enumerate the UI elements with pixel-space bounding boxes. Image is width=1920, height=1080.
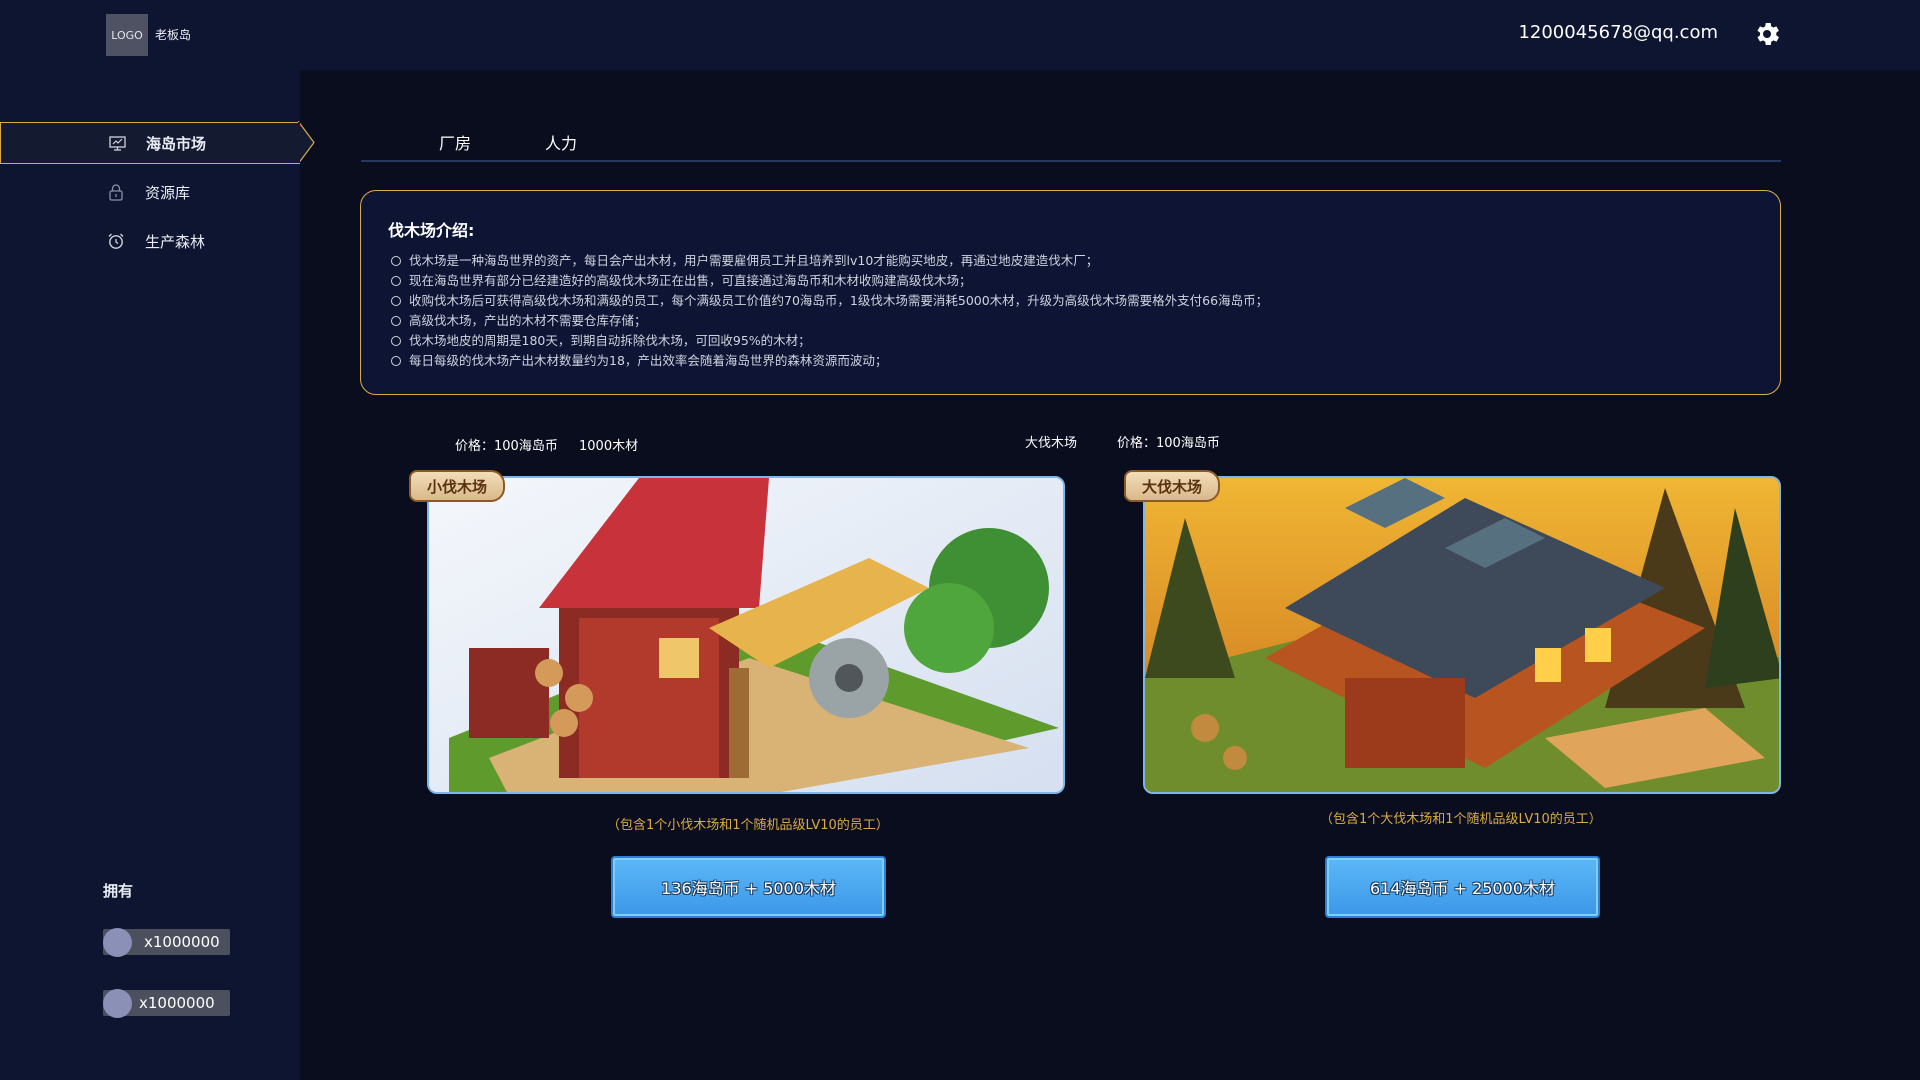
small-lumberyard-image: [427, 476, 1065, 794]
alarm-clock-icon: [107, 232, 125, 250]
monitor-chart-icon: [108, 134, 126, 152]
product-price: 价格：100海岛币: [455, 439, 558, 454]
top-bar: LOGO 老板岛 1200045678@qq.com: [0, 0, 1920, 70]
holding-row: x1000000: [103, 928, 230, 957]
sidebar-item-label: 资源库: [145, 183, 191, 202]
coin-icon: [103, 928, 132, 957]
intro-item: 现在海岛世界有部分已经建造好的高级伐木场正在出售，可直接通过海岛币和木材收购建高…: [391, 271, 1268, 291]
intro-item: 伐木场地皮的周期是180天，到期自动拆除伐木场，可回收95%的木材；: [391, 331, 1268, 351]
logo: LOGO: [106, 14, 148, 56]
app-name: 老板岛: [155, 28, 192, 42]
lock-icon: [107, 183, 125, 201]
intro-panel: 伐木场介绍: 伐木场是一种海岛世界的资产，每日会产出木材，用户需要雇佣员工并且培…: [360, 190, 1781, 395]
intro-title: 伐木场介绍:: [388, 221, 475, 240]
tab-factory[interactable]: 厂房: [439, 130, 471, 154]
intro-item: 收购伐木场后可获得高级伐木场和满级的员工，每个满级员工价值约70海岛币，1级伐木…: [391, 291, 1268, 311]
tab-manpower[interactable]: 人力: [545, 130, 577, 154]
holding-row: x1000000: [103, 989, 230, 1018]
buy-large-lumberyard-button[interactable]: 614海岛币 + 25000木材: [1325, 856, 1600, 918]
user-email[interactable]: 1200045678@qq.com: [1518, 22, 1718, 43]
product-price: 价格：100海岛币: [1117, 436, 1220, 451]
intro-list: 伐木场是一种海岛世界的资产，每日会产出木材，用户需要雇佣员工并且培养到lv10才…: [391, 251, 1268, 371]
product-description: （包含1个小伐木场和1个随机品级LV10的员工）: [607, 818, 889, 833]
tab-divider: [361, 160, 1781, 162]
product-description: （包含1个大伐木场和1个随机品级LV10的员工）: [1320, 812, 1602, 827]
coin-icon: [103, 989, 132, 1018]
product-badge: 小伐木场: [409, 470, 505, 502]
holding-qty: x1000000: [139, 994, 215, 1012]
sidebar-item-label: 海岛市场: [146, 134, 207, 153]
buy-small-lumberyard-button[interactable]: 136海岛币 + 5000木材: [611, 856, 886, 918]
holding-qty: x1000000: [144, 933, 220, 951]
sidebar-item-island-market[interactable]: 海岛市场: [0, 122, 300, 164]
product-badge: 大伐木场: [1124, 470, 1220, 502]
sidebar: 海岛市场 资源库 生产森林 拥有 x1000000 x1000000: [0, 70, 300, 1080]
large-lumberyard-image: [1143, 476, 1781, 794]
product-name: 大伐木场: [1025, 436, 1078, 451]
gear-icon[interactable]: [1752, 19, 1782, 49]
product-extra: 1000木材: [579, 439, 639, 454]
intro-item: 高级伐木场，产出的木材不需要仓库存储；: [391, 311, 1268, 331]
sidebar-item-label: 生产森林: [145, 232, 206, 251]
intro-item: 伐木场是一种海岛世界的资产，每日会产出木材，用户需要雇佣员工并且培养到lv10才…: [391, 251, 1268, 271]
intro-item: 每日每级的伐木场产出木材数量约为18，产出效率会随着海岛世界的森林资源而波动；: [391, 351, 1268, 371]
sidebar-item-resource-library[interactable]: 资源库: [0, 171, 300, 213]
active-indicator-arrow: [298, 121, 315, 164]
sidebar-item-production-forest[interactable]: 生产森林: [0, 220, 300, 262]
holdings-title: 拥有: [103, 882, 134, 900]
